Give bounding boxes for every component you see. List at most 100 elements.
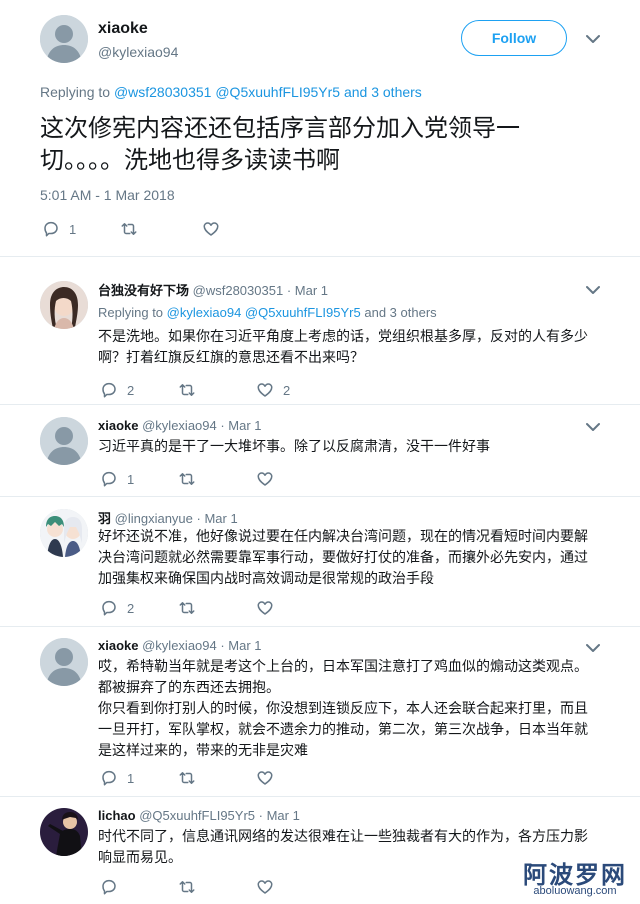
replying-to: Replying to @kylexiao94 @Q5xuuhfFLI95Yr5… [98,305,437,320]
tweet-text: 这次修宪内容还还包括序言部分加入党领导一切。。。。洗地也得多读读书啊 [40,115,520,174]
reply-button[interactable]: 1 [42,219,76,239]
tweet-actions: 2 2 [100,380,340,400]
reply-count: 2 [127,382,135,398]
like-button[interactable] [256,768,274,788]
avatar[interactable] [40,417,88,465]
reply-button[interactable]: 2 [100,598,134,618]
replying-to: Replying to @wsf28030351 @Q5xuuhfFLI95Yr… [40,84,422,100]
others-link[interactable]: and 3 others [364,305,436,320]
avatar[interactable] [40,15,88,63]
reply-text-paragraph: 你只看到你打别人的时候，你没想到连锁反应下，本人还会联合起来打里，而且一旦开打，… [98,700,588,758]
reply-icon [102,770,116,786]
avatar[interactable] [40,281,88,329]
reply-tweet: 台独没有好下场 @wsf28030351 · Mar 1 Replying to… [0,268,640,402]
reply-count: 1 [127,770,135,786]
reply-icon [102,600,116,616]
like-icon [257,601,273,615]
mention-link[interactable]: @Q5xuuhfFLI95Yr5 [245,305,361,320]
like-button[interactable] [256,598,274,618]
reply-icon [44,221,58,237]
reply-text-paragraph: 哎，希特勒当年就是考这个上台的，日本军国注意打了鸡血似的煽动这类观点。都被摒弃了… [98,658,588,695]
anime-avatar [40,509,88,557]
tweet-actions: 1 [42,219,242,239]
like-button[interactable] [202,219,220,239]
retweet-button[interactable] [178,380,196,400]
reply-count: 1 [127,471,135,487]
reply-button[interactable]: 1 [100,469,134,489]
retweet-icon [121,223,137,235]
author-handle[interactable]: @lingxianyue [115,511,193,526]
replying-prefix: Replying to [98,305,164,320]
retweet-button[interactable] [178,469,196,489]
divider [0,256,640,257]
author-handle[interactable]: @kylexiao94 [142,418,217,433]
mention-link[interactable]: @Q5xuuhfFLI95Yr5 [215,84,340,100]
like-icon [257,771,273,785]
author-handle[interactable]: @wsf28030351 [193,283,284,298]
retweet-button[interactable] [178,768,196,788]
retweet-icon [179,772,195,784]
mention-link[interactable]: @wsf28030351 [114,84,212,100]
retweet-button[interactable] [120,219,138,239]
author-name[interactable]: xiaoke [98,418,138,433]
author-name[interactable]: 台独没有好下场 [98,283,189,298]
site-watermark: 阿波罗网 aboluowang.com [515,855,635,901]
reply-date[interactable]: · Mar 1 [287,283,328,298]
author-name[interactable]: xiaoke [98,20,148,38]
follow-button[interactable]: Follow [461,20,567,56]
tweet-actions: 1 [100,768,340,788]
retweet-button[interactable] [178,598,196,618]
like-icon [203,222,219,236]
retweet-icon [179,473,195,485]
default-avatar-icon [40,15,88,63]
reply-button[interactable]: 1 [100,768,134,788]
author-name[interactable]: 羽 [98,511,111,526]
reply-header: xiaoke @kylexiao94 · Mar 1 [98,418,262,433]
others-link[interactable]: and 3 others [344,84,422,100]
mention-link[interactable]: @kylexiao94 [167,305,242,320]
author-handle[interactable]: @kylexiao94 [142,638,217,653]
reply-date[interactable]: · Mar 1 [197,511,238,526]
chevron-down-icon[interactable] [586,34,600,44]
author-name[interactable]: xiaoke [98,638,138,653]
main-tweet: xiaoke @kylexiao94 Follow Replying to @w… [0,0,640,252]
reply-text: 好坏还说不准，他好像说过要在任内解决台湾问题，现在的情况看短时间内要解决台湾问题… [98,528,588,586]
chevron-down-icon[interactable] [586,422,600,432]
reply-tweet: xiaoke @kylexiao94 · Mar 1 习近平真的是干了一大堆坏事… [0,405,640,495]
reply-date[interactable]: · Mar 1 [220,418,261,433]
reply-date[interactable]: · Mar 1 [220,638,261,653]
reply-button[interactable]: 2 [100,380,134,400]
retweet-button[interactable] [178,877,196,897]
reply-header: 羽 @lingxianyue · Mar 1 [98,508,238,527]
tweet-timestamp[interactable]: 5:01 AM - 1 Mar 2018 [40,187,175,203]
like-button[interactable]: 2 [256,380,290,400]
reply-count: 1 [69,221,77,237]
chevron-down-icon[interactable] [586,285,600,295]
like-button[interactable] [256,469,274,489]
retweet-icon [179,881,195,893]
like-count: 2 [283,382,291,398]
author-handle[interactable]: @kylexiao94 [98,44,178,60]
reply-tweet: xiaoke @kylexiao94 · Mar 1 哎，希特勒当年就是考这个上… [0,627,640,797]
like-icon [257,880,273,894]
reply-header: xiaoke @kylexiao94 · Mar 1 [98,638,262,653]
reply-button[interactable] [100,877,118,897]
author-handle[interactable]: @Q5xuuhfFLI95Yr5 [139,808,255,823]
avatar[interactable] [40,509,88,557]
like-button[interactable] [256,877,274,897]
reply-date[interactable]: · Mar 1 [259,808,300,823]
reply-icon [102,382,116,398]
reply-text: 不是洗地。如果你在习近平角度上考虑的话，党组织根基多厚，反对的人有多少啊？打着红… [98,328,588,365]
reply-icon [102,471,116,487]
user-photo-avatar [40,281,88,329]
user-photo-avatar [40,808,88,856]
avatar[interactable] [40,638,88,686]
chevron-down-icon[interactable] [586,643,600,653]
reply-icon [102,879,116,895]
tweet-actions [100,877,340,897]
retweet-icon [179,384,195,396]
avatar[interactable] [40,808,88,856]
reply-text: 哎，希特勒当年就是考这个上台的，日本军国注意打了鸡血似的煽动这类观点。都被摒弃了… [98,656,598,761]
author-name[interactable]: lichao [98,808,136,823]
default-avatar-icon [40,638,88,686]
